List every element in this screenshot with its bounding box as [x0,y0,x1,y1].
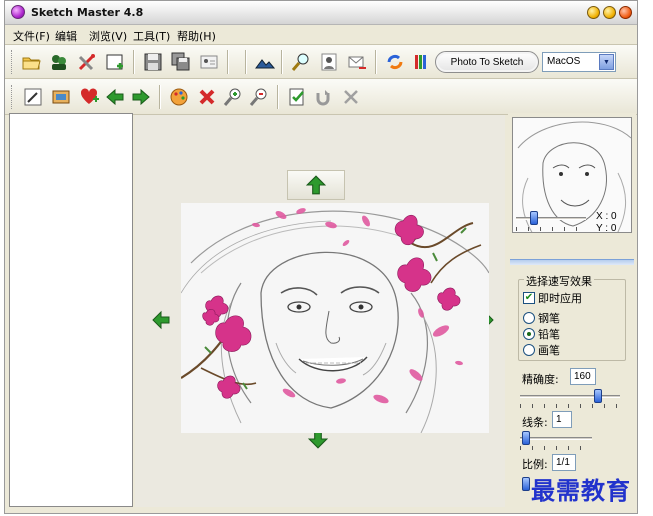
sketch-image[interactable] [181,203,489,433]
preview-zoom-ticks [516,227,586,231]
ratio-slider[interactable] [522,477,530,491]
pencils-icon[interactable] [409,50,433,74]
ratio-input[interactable]: 1/1 [552,454,576,471]
new-image-icon[interactable] [103,50,127,74]
delete-icon[interactable] [195,85,219,109]
maximize-button[interactable] [603,6,616,19]
toolbar-separator [159,85,161,109]
app-window: Sketch Master 4.8 文件(F) 编辑 浏览(V) 工具(T) 帮… [4,0,638,514]
main-toolbar: Photo To Sketch MacOS ▼ [5,45,637,79]
arrow-right-icon[interactable] [129,85,153,109]
instant-apply-label: 即时应用 [538,292,582,305]
app-icon [11,5,25,19]
menu-view[interactable]: 浏览(V) [89,28,127,44]
scroll-up-button[interactable] [287,170,345,200]
arrow-left-icon[interactable] [103,85,127,109]
pencil-radio[interactable] [523,328,535,340]
landscape-icon[interactable] [253,50,277,74]
preview-y-coordinate: Y : 0 [596,223,617,234]
ratio-label: 比例: [522,458,548,471]
window-title: Sketch Master 4.8 [31,6,144,19]
scroll-left-button[interactable] [149,308,173,332]
portrait-icon[interactable] [317,50,341,74]
zoom-in-icon[interactable] [221,85,245,109]
style-select[interactable]: MacOS ▼ [542,52,616,72]
toolbar-grip[interactable] [11,50,14,74]
image-frame-icon[interactable] [49,85,73,109]
title-bar: Sketch Master 4.8 [5,1,637,25]
toolbar-separator [277,85,279,109]
apply-check-icon[interactable] [285,85,309,109]
email-icon[interactable] [345,50,369,74]
preview-zoom-track[interactable] [516,217,586,220]
palette-icon[interactable] [167,85,191,109]
precision-slider[interactable] [594,389,602,403]
lines-slider[interactable] [522,431,530,445]
pen-radio[interactable] [523,312,535,324]
scan-people-icon[interactable] [47,50,71,74]
toolbar-separator [245,50,247,74]
minimize-button[interactable] [587,6,600,19]
effect-option-pen[interactable]: 钢笔 [523,310,560,326]
effect-option-pencil[interactable]: 铅笔 [523,326,560,342]
precision-track[interactable] [520,395,620,398]
preview-zoom-slider[interactable] [530,211,538,225]
instant-apply-checkbox-row[interactable]: ✔ 即时应用 [523,290,582,306]
pencil-radio-label: 铅笔 [538,328,560,341]
settings-panel: X : 0 Y : 0 选择速写效果 ✔ 即时应用 钢笔 铅笔 画笔 精确度: … [508,113,636,507]
toolbar-separator [227,50,229,74]
brush-radio-label: 画笔 [538,344,560,357]
lines-label: 线条: [522,416,548,429]
pencil-sketch-portrait [181,203,489,433]
instant-apply-checkbox[interactable]: ✔ [523,292,535,304]
menu-edit[interactable]: 编辑 [55,28,77,44]
precision-input[interactable]: 160 [570,368,596,385]
edit-toolbar [5,79,637,115]
file-list-panel[interactable] [9,113,133,507]
canvas-area [135,115,505,507]
cancel-x-icon[interactable] [339,85,363,109]
zoom-out-icon[interactable] [247,85,271,109]
menu-help[interactable]: 帮助(H) [177,28,216,44]
pen-radio-label: 钢笔 [538,312,560,325]
menu-tools[interactable]: 工具(T) [133,28,170,44]
menu-bar: 文件(F) 编辑 浏览(V) 工具(T) 帮助(H) [5,25,637,45]
sketch-pen-icon[interactable] [21,85,45,109]
brush-radio[interactable] [523,344,535,356]
lines-track[interactable] [520,437,592,440]
zoom-icon[interactable] [289,50,313,74]
panel-divider [510,259,634,265]
open-folder-icon[interactable] [19,50,43,74]
precision-label: 精确度: [522,373,559,386]
sketch-effect-group: 选择速写效果 ✔ 即时应用 钢笔 铅笔 画笔 [518,273,626,361]
close-button[interactable] [619,6,632,19]
preview-x-coordinate: X : 0 [596,211,617,222]
lines-ticks [520,446,592,450]
precision-ticks [520,404,620,408]
save-icon[interactable] [141,50,165,74]
lines-input[interactable]: 1 [552,411,572,428]
favorite-heart-icon[interactable] [77,85,101,109]
effect-option-brush[interactable]: 画笔 [523,342,560,358]
chevron-down-icon[interactable]: ▼ [599,54,614,70]
toolbar-grip[interactable] [11,85,14,109]
watermark-text: 最需教育 [531,476,631,505]
undo-icon[interactable] [311,85,335,109]
tools-icon[interactable] [75,50,99,74]
arrow-left-icon [152,310,170,330]
toolbar-separator [133,50,135,74]
photo-to-sketch-button[interactable]: Photo To Sketch [435,51,539,73]
transform-icon[interactable] [383,50,407,74]
toolbar-separator [281,50,283,74]
sketch-effect-group-title: 选择速写效果 [524,273,594,289]
toolbar-separator [375,50,377,74]
save-all-icon[interactable] [169,50,193,74]
arrow-up-icon [305,175,327,195]
style-select-value: MacOS [547,56,581,67]
menu-file[interactable]: 文件(F) [13,28,50,44]
contact-card-icon[interactable] [197,50,221,74]
